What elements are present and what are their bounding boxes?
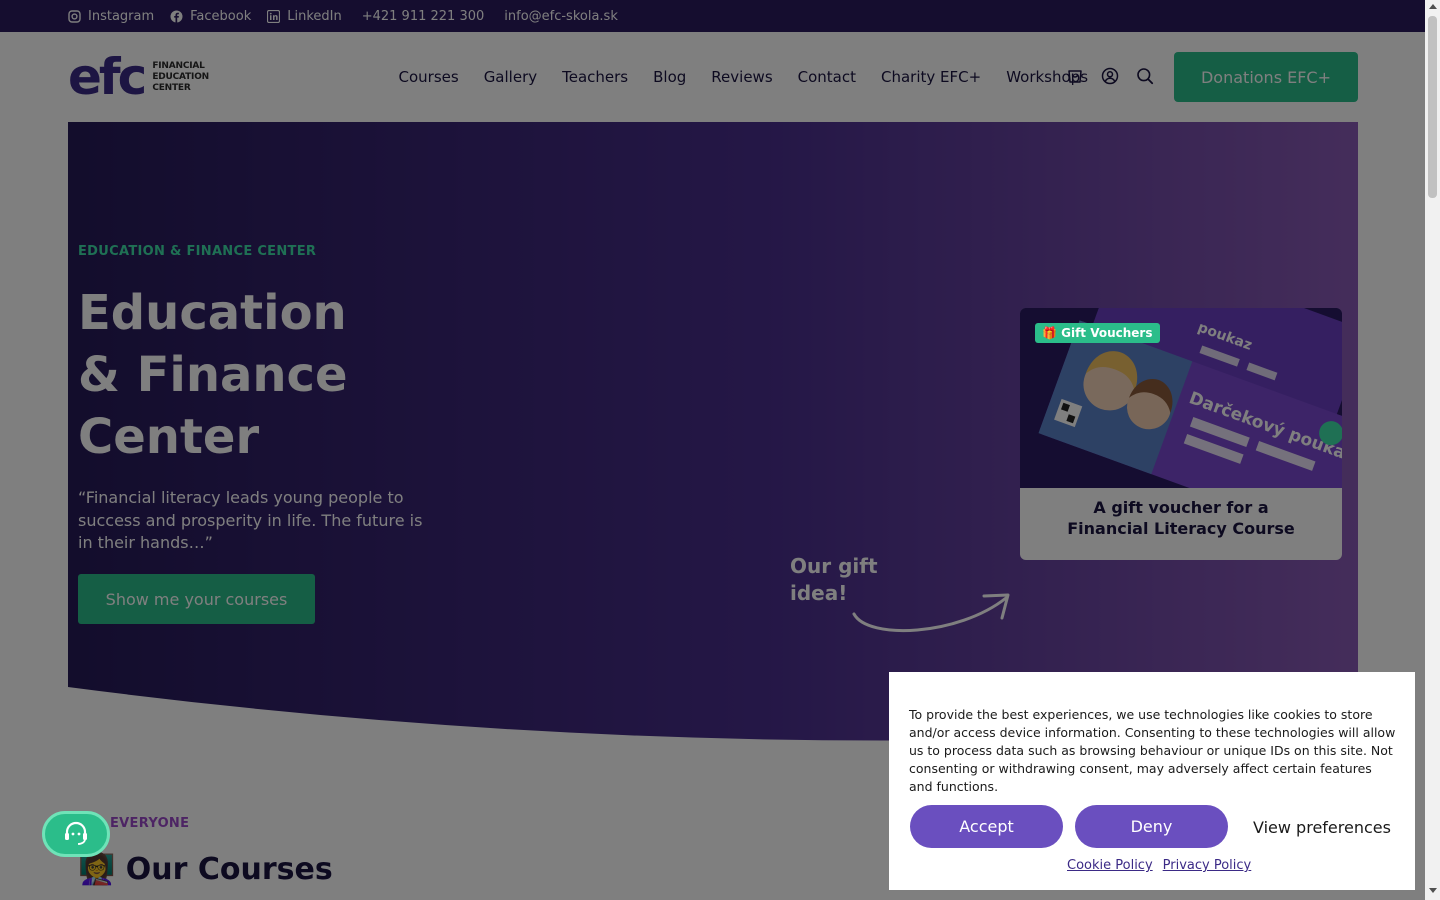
cookie-policy-link[interactable]: Cookie Policy	[1067, 858, 1153, 873]
cookie-consent-banner: To provide the best experiences, we use …	[889, 672, 1415, 890]
cookie-policy-links: Cookie Policy Privacy Policy	[1067, 858, 1251, 873]
gift-vouchers-badge: 🎁 Gift Vouchers	[1035, 323, 1160, 343]
chat-button[interactable]	[42, 811, 110, 857]
view-preferences-button[interactable]: View preferences	[1253, 818, 1391, 837]
cookie-consent-text: To provide the best experiences, we use …	[909, 707, 1396, 794]
scroll-down-arrow-icon[interactable]	[1429, 888, 1437, 893]
support-agent-icon	[65, 821, 87, 845]
deny-button[interactable]: Deny	[1075, 805, 1228, 848]
privacy-policy-link[interactable]: Privacy Policy	[1163, 858, 1252, 873]
accept-button[interactable]: Accept	[910, 805, 1063, 848]
scroll-up-arrow-icon[interactable]	[1429, 4, 1437, 9]
page-scrollbar[interactable]	[1425, 0, 1440, 900]
scrollbar-thumb[interactable]	[1428, 16, 1437, 198]
